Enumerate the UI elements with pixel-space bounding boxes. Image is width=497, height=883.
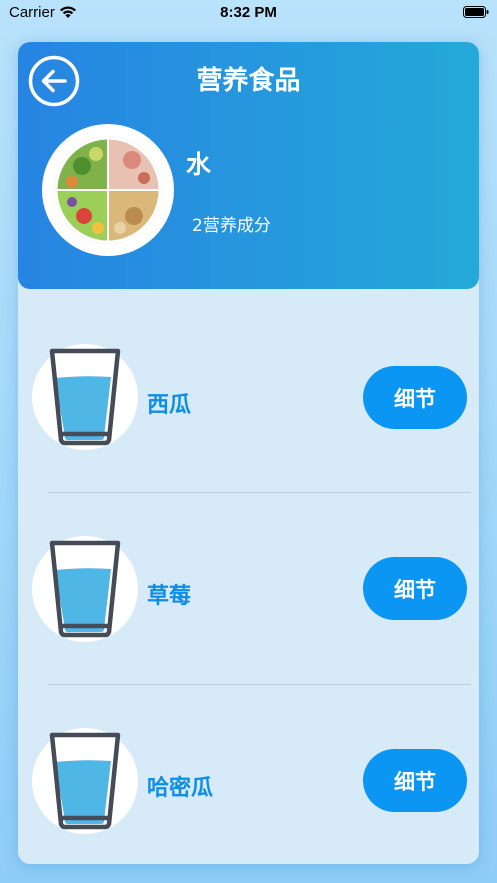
battery-icon (463, 6, 489, 18)
header-card: 营养食品 水 2营养成分 (18, 42, 479, 289)
item-name: 草莓 (147, 584, 192, 609)
nutrient-count: 2营养成分 (192, 216, 271, 236)
list-item: 草莓 细节 (18, 494, 479, 686)
page-title: 营养食品 (196, 66, 301, 96)
status-bar: Carrier 8:32 PM (0, 0, 497, 26)
food-name: 水 (186, 150, 212, 179)
main-panel: 营养食品 水 2营养成分 西瓜 细节 草莓 细节 哈密瓜 细节 (18, 42, 479, 864)
item-name: 哈密瓜 (147, 776, 214, 801)
food-plate-image (42, 124, 174, 256)
divider (48, 684, 471, 685)
detail-button[interactable]: 细节 (363, 366, 467, 429)
detail-button[interactable]: 细节 (363, 557, 467, 620)
list-item: 西瓜 细节 (18, 302, 479, 494)
divider (48, 492, 471, 493)
water-glass-icon (32, 344, 138, 450)
status-time: 8:32 PM (220, 4, 277, 21)
water-glass-icon (32, 536, 138, 642)
detail-button[interactable]: 细节 (363, 749, 467, 812)
water-glass-icon (32, 728, 138, 834)
list-item: 哈密瓜 细节 (18, 686, 479, 864)
item-name: 西瓜 (147, 393, 192, 418)
